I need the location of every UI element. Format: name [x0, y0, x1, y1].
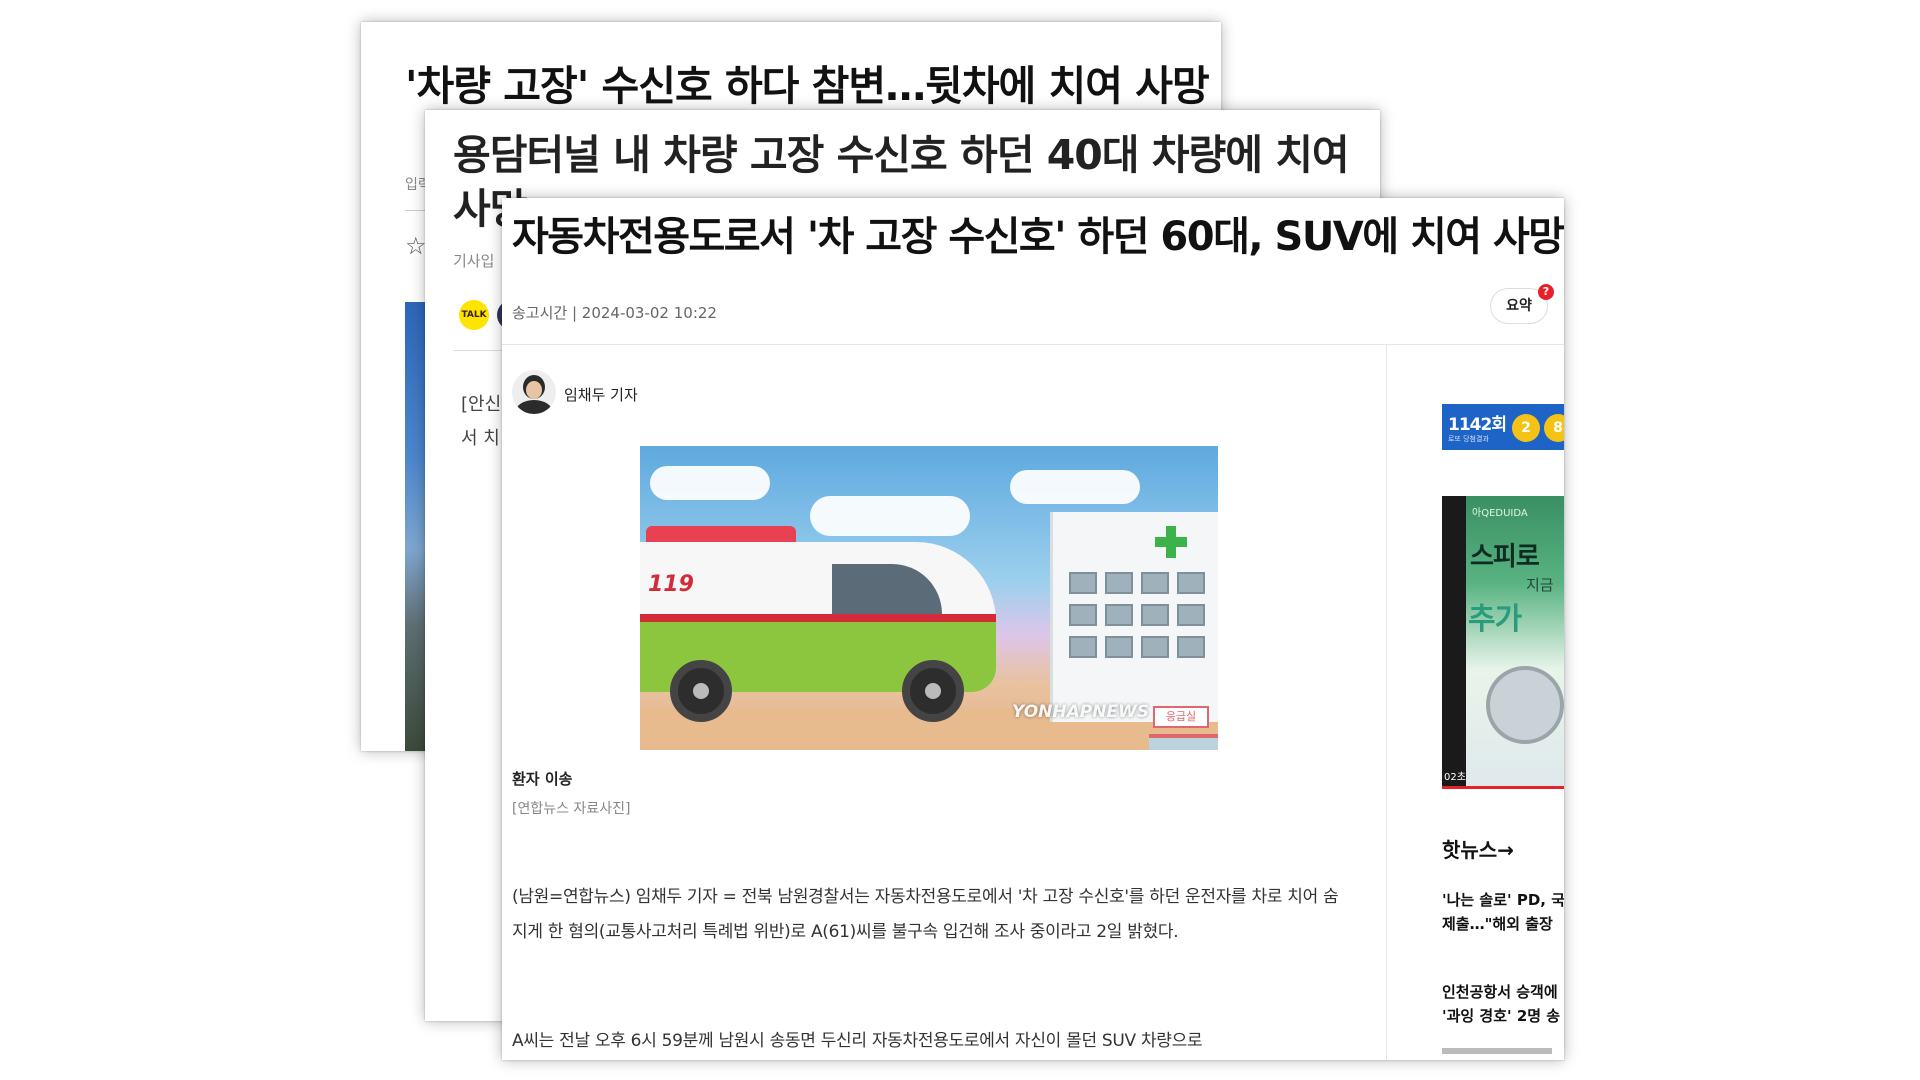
window — [1069, 636, 1097, 658]
send-time: 송고시간 | 2024-03-02 10:22 — [512, 304, 717, 322]
hot-news-line: 인천공항서 승객에 — [1442, 983, 1558, 1001]
cloud — [650, 466, 770, 500]
window — [1177, 604, 1205, 626]
hospital-cross-bar — [1155, 537, 1187, 547]
image-caption: 환자 이송 — [512, 770, 573, 788]
hub — [925, 683, 941, 699]
column-divider — [1386, 344, 1387, 1060]
er-sign: 응급실 — [1153, 706, 1209, 728]
ad-timer: 02초 — [1444, 772, 1466, 783]
ad-brand: 아QEDUIDA — [1472, 508, 1528, 519]
window — [1141, 572, 1169, 594]
article-headline: 자동차전용도로서 '차 고장 수신호' 하던 60대, SUV에 치여 사망 — [512, 214, 1564, 260]
window — [1105, 636, 1133, 658]
ambulance-logo: 119 — [648, 572, 694, 597]
lotto-ball: 8 — [1544, 414, 1564, 442]
summary-badge: ? — [1538, 284, 1554, 300]
hospital-building: 응급실 — [1050, 512, 1218, 750]
lotto-round: 1142회 — [1448, 415, 1507, 435]
hot-news-item[interactable]: 인천공항서 승객에 '과잉 경호' 2명 송 — [1442, 980, 1564, 1028]
lotto-ball: 2 — [1512, 414, 1540, 442]
ad-banner: 아QEDUIDA 스피로 지금 추가 — [1466, 496, 1564, 786]
article-card-front: 자동차전용도로서 '차 고장 수신호' 하던 60대, SUV에 치여 사망 송… — [502, 198, 1564, 1060]
window — [1177, 636, 1205, 658]
image-watermark: YONHAPNEWS — [1012, 702, 1150, 722]
image-credit: [연합뉴스 자료사진] — [512, 801, 631, 817]
article-image[interactable]: 응급실 119 YONHAPNEWS — [640, 446, 1218, 750]
window — [1105, 572, 1133, 594]
hot-news-item-truncated[interactable] — [1442, 1048, 1552, 1054]
bookmark-star-icon[interactable]: ☆ — [405, 232, 427, 260]
hot-news-line: 제출…"해외 출장 — [1442, 915, 1553, 933]
article-meta-label: 기사입 — [453, 252, 495, 270]
divider — [502, 344, 1564, 345]
ad-product-image — [1486, 666, 1564, 744]
kakao-share-icon[interactable]: TALK — [459, 300, 489, 330]
window — [1177, 572, 1205, 594]
window — [1069, 604, 1097, 626]
avatar-face — [526, 381, 542, 399]
wheel-icon — [902, 660, 964, 722]
window — [1105, 604, 1133, 626]
window — [1141, 636, 1169, 658]
cloud — [810, 496, 970, 536]
avatar-body — [516, 400, 552, 414]
article-paragraph: (남원=연합뉴스) 임채두 기자 = 전북 남원경찰서는 자동차전용도로에서 '… — [512, 887, 1339, 942]
ambulance-light — [646, 526, 796, 542]
ad-highlight: 추가 — [1468, 602, 1522, 637]
window — [1069, 572, 1097, 594]
hot-news-line: '과잉 경호' 2명 송 — [1442, 1007, 1561, 1025]
cloud — [1010, 470, 1140, 504]
wheel-icon — [670, 660, 732, 722]
article-headline: '차량 고장' 수신호 하다 참변…뒷차에 치여 사망 — [405, 62, 1210, 110]
ad-title: 스피로 — [1470, 542, 1540, 572]
lotto-widget[interactable]: 1142회 로또 당첨결과 2 8 — [1442, 404, 1564, 450]
sidebar-ad[interactable]: 아QEDUIDA 스피로 지금 추가 02초 — [1442, 496, 1564, 789]
hot-news-line: '나는 솔로' PD, 국 — [1442, 891, 1564, 909]
author-avatar[interactable] — [512, 370, 556, 414]
hot-news-item[interactable]: '나는 솔로' PD, 국 제출…"해외 출장 — [1442, 888, 1564, 936]
article-paragraph: A씨는 전날 오후 6시 59분께 남원시 송동면 두신리 자동차전용도로에서 … — [512, 1031, 1203, 1051]
hot-news-title[interactable]: 핫뉴스→ — [1442, 834, 1514, 863]
hub — [693, 683, 709, 699]
window — [1141, 604, 1169, 626]
er-door — [1149, 734, 1218, 750]
ad-subtitle: 지금 — [1526, 576, 1554, 594]
author-name[interactable]: 임채두 기자 — [564, 384, 638, 405]
lotto-subtitle: 로또 당첨결과 — [1448, 435, 1489, 443]
ambulance-stripe — [640, 614, 996, 622]
